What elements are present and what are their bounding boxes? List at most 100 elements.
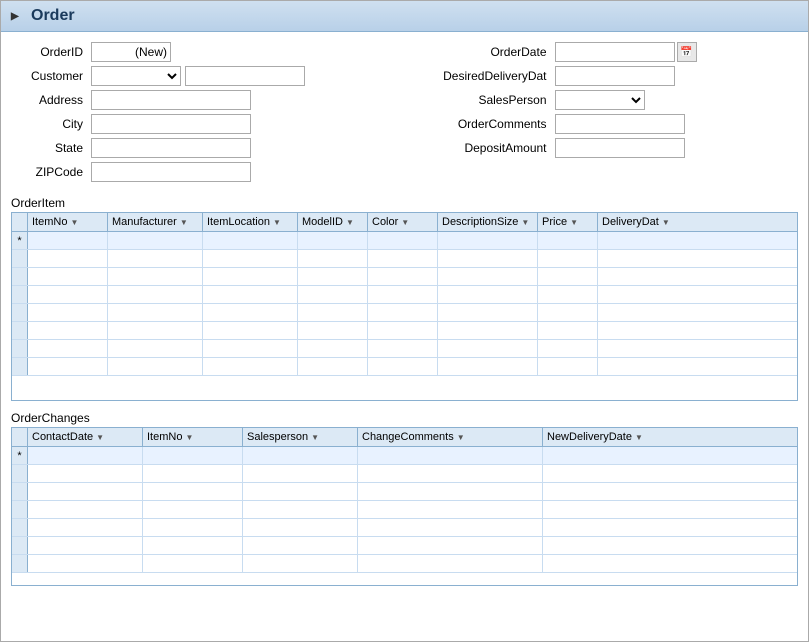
title-bar: ▶ Order xyxy=(1,1,808,32)
newdeliverydate-dropdown-icon: ▼ xyxy=(635,433,643,442)
calendar-button[interactable]: 📅 xyxy=(677,42,697,62)
order-window: ▶ Order OrderID Customer Address xyxy=(0,0,809,642)
ordercomments-input[interactable] xyxy=(555,114,685,134)
orderdate-input[interactable] xyxy=(555,42,675,62)
form-left: OrderID Customer Address City State xyxy=(21,42,385,186)
zipcode-input[interactable] xyxy=(91,162,251,182)
salesperson-row: SalesPerson xyxy=(425,90,789,110)
orderdate-row: OrderDate 📅 xyxy=(425,42,789,62)
table-row xyxy=(12,465,797,483)
orderchanges-cell-changecomments[interactable] xyxy=(358,447,543,464)
desireddelivery-row: DesiredDeliveryDat xyxy=(425,66,789,86)
orderchanges-grid: ContactDate ▼ ItemNo ▼ Salesperson ▼ Cha… xyxy=(11,427,798,586)
desireddelivery-label: DesiredDeliveryDat xyxy=(425,69,555,83)
orderitem-header-deliverydate[interactable]: DeliveryDat ▼ xyxy=(598,213,797,231)
orderid-input[interactable] xyxy=(91,42,171,62)
itemno-dropdown-icon: ▼ xyxy=(70,218,78,227)
orderitem-header-manufacturer[interactable]: Manufacturer ▼ xyxy=(108,213,203,231)
salesperson-select[interactable] xyxy=(555,90,645,110)
orderchanges-cell-newdeliverydate[interactable] xyxy=(543,447,797,464)
orderitem-header-itemno[interactable]: ItemNo ▼ xyxy=(28,213,108,231)
itemno2-dropdown-icon: ▼ xyxy=(185,433,193,442)
orderchanges-header-salesperson[interactable]: Salesperson ▼ xyxy=(243,428,358,446)
orderitem-header-rownum xyxy=(12,213,28,231)
desireddelivery-input[interactable] xyxy=(555,66,675,86)
zipcode-row: ZIPCode xyxy=(21,162,385,182)
color-dropdown-icon: ▼ xyxy=(401,218,409,227)
contactdate-dropdown-icon: ▼ xyxy=(96,433,104,442)
orderitem-cell-deliverydate[interactable] xyxy=(598,232,797,249)
orderitem-cell-itemlocation[interactable] xyxy=(203,232,298,249)
modelid-dropdown-icon: ▼ xyxy=(346,218,354,227)
table-row xyxy=(12,483,797,501)
table-row xyxy=(12,250,797,268)
orderitem-header-itemlocation[interactable]: ItemLocation ▼ xyxy=(203,213,298,231)
state-input[interactable] xyxy=(91,138,251,158)
state-row: State xyxy=(21,138,385,158)
orderchanges-grid-header: ContactDate ▼ ItemNo ▼ Salesperson ▼ Cha… xyxy=(12,428,797,447)
orderchanges-header-newdeliverydate[interactable]: NewDeliveryDate ▼ xyxy=(543,428,797,446)
table-row xyxy=(12,501,797,519)
deliverydate-dropdown-icon: ▼ xyxy=(662,218,670,227)
ordercomments-label: OrderComments xyxy=(425,117,555,131)
orderitem-new-row[interactable]: * xyxy=(12,232,797,250)
orderdate-label: OrderDate xyxy=(425,45,555,59)
table-row xyxy=(12,322,797,340)
form-right: OrderDate 📅 DesiredDeliveryDat SalesPers… xyxy=(405,42,789,186)
orderchanges-header-itemno[interactable]: ItemNo ▼ xyxy=(143,428,243,446)
orderitem-header-modelid[interactable]: ModelID ▼ xyxy=(298,213,368,231)
orderitem-header-color[interactable]: Color ▼ xyxy=(368,213,438,231)
address-row: Address xyxy=(21,90,385,110)
nav-arrow-icon: ▶ xyxy=(11,8,27,24)
orderitem-grid: ItemNo ▼ Manufacturer ▼ ItemLocation ▼ M… xyxy=(11,212,798,401)
form-area: OrderID Customer Address City State xyxy=(1,32,808,192)
address-label: Address xyxy=(21,93,91,107)
city-row: City xyxy=(21,114,385,134)
table-row xyxy=(12,555,797,573)
salesperson2-dropdown-icon: ▼ xyxy=(311,433,319,442)
table-row xyxy=(12,358,797,376)
orderchanges-header-changecomments[interactable]: ChangeComments ▼ xyxy=(358,428,543,446)
customer-row: Customer xyxy=(21,66,385,86)
zipcode-label: ZIPCode xyxy=(21,165,91,179)
orderchanges-cell-salesperson[interactable] xyxy=(243,447,358,464)
orderitem-cell-itemno[interactable] xyxy=(28,232,108,249)
depositamount-label: DepositAmount xyxy=(425,141,555,155)
customer-extra-input[interactable] xyxy=(185,66,305,86)
orderitem-grid-header: ItemNo ▼ Manufacturer ▼ ItemLocation ▼ M… xyxy=(12,213,797,232)
orderitem-cell-color[interactable] xyxy=(368,232,438,249)
orderchanges-header-rownum xyxy=(12,428,28,446)
orderitem-cell-modelid[interactable] xyxy=(298,232,368,249)
table-row xyxy=(12,519,797,537)
city-input[interactable] xyxy=(91,114,251,134)
changecomments-dropdown-icon: ▼ xyxy=(457,433,465,442)
window-title: Order xyxy=(31,7,75,25)
orderchanges-section-label: OrderChanges xyxy=(1,407,808,427)
table-row xyxy=(12,286,797,304)
calendar-icon: 📅 xyxy=(680,47,692,58)
orderid-row: OrderID xyxy=(21,42,385,62)
orderitem-cell-descsize[interactable] xyxy=(438,232,538,249)
orderitem-cell-manufacturer[interactable] xyxy=(108,232,203,249)
orderchanges-cell-itemno[interactable] xyxy=(143,447,243,464)
price-dropdown-icon: ▼ xyxy=(570,218,578,227)
table-row xyxy=(12,537,797,555)
orderchanges-cell-contactdate[interactable] xyxy=(28,447,143,464)
orderchanges-header-contactdate[interactable]: ContactDate ▼ xyxy=(28,428,143,446)
address-input[interactable] xyxy=(91,90,251,110)
orderchanges-empty-rows xyxy=(12,465,797,585)
ordercomments-row: OrderComments xyxy=(425,114,789,134)
orderchanges-new-row[interactable]: * xyxy=(12,447,797,465)
descsize-dropdown-icon: ▼ xyxy=(521,218,529,227)
city-label: City xyxy=(21,117,91,131)
orderitem-cell-price[interactable] xyxy=(538,232,598,249)
orderitem-header-price[interactable]: Price ▼ xyxy=(538,213,598,231)
depositamount-row: DepositAmount xyxy=(425,138,789,158)
orderchanges-new-row-marker: * xyxy=(12,447,28,464)
orderitem-empty-rows xyxy=(12,250,797,400)
depositamount-input[interactable] xyxy=(555,138,685,158)
customer-select[interactable] xyxy=(91,66,181,86)
orderitem-header-descsize[interactable]: DescriptionSize ▼ xyxy=(438,213,538,231)
itemlocation-dropdown-icon: ▼ xyxy=(273,218,281,227)
state-label: State xyxy=(21,141,91,155)
